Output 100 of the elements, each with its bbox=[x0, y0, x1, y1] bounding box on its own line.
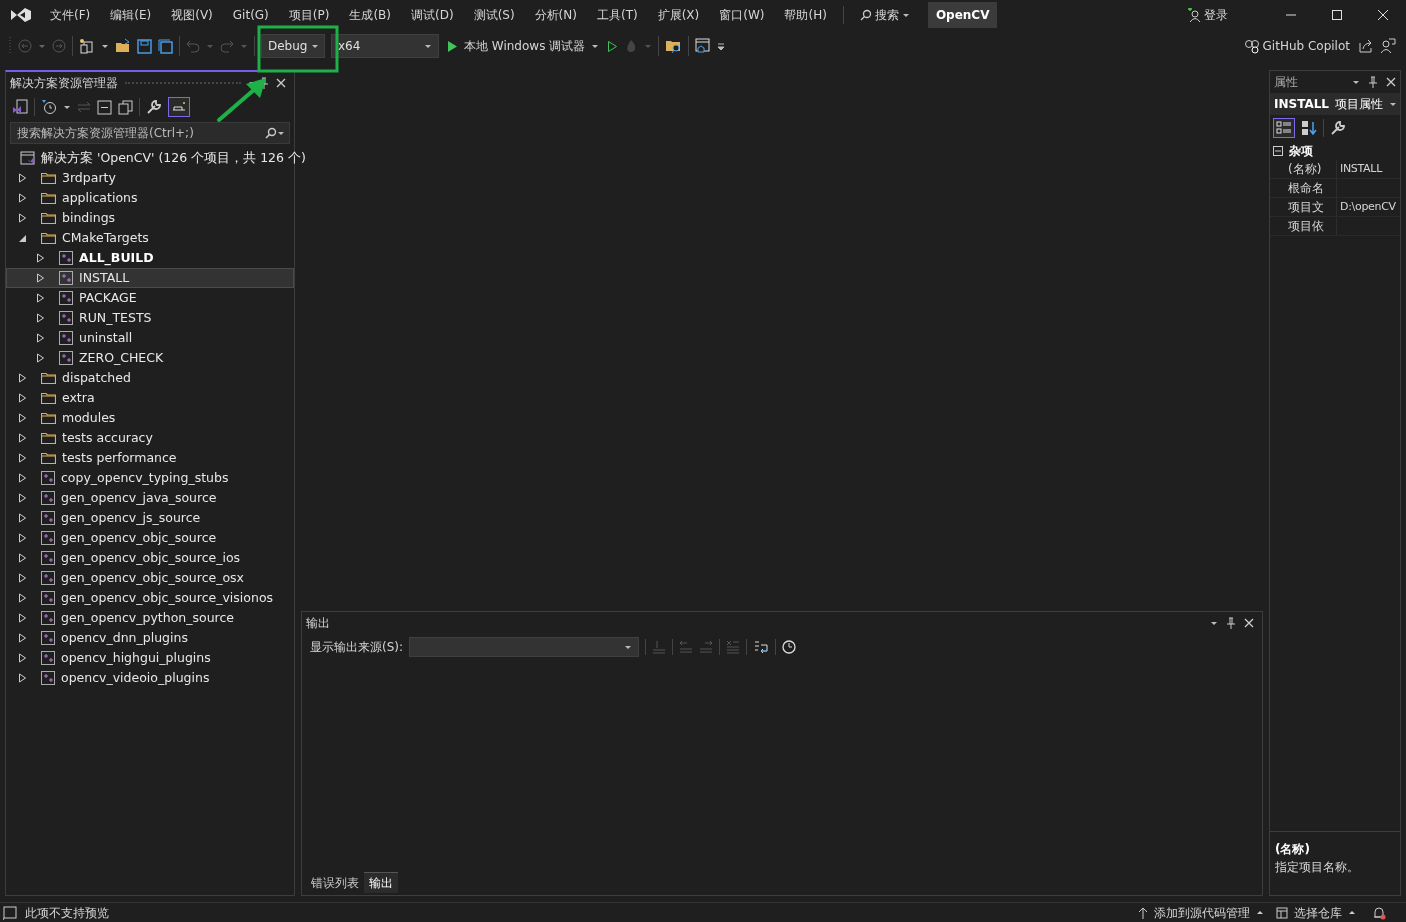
property-name: 根命名 bbox=[1270, 179, 1337, 197]
save-icon[interactable] bbox=[137, 38, 152, 54]
tree-item[interactable]: opencv_highgui_plugins bbox=[6, 648, 294, 668]
tree-item[interactable]: tests accuracy bbox=[6, 428, 294, 448]
menu-item[interactable]: Git(G) bbox=[222, 6, 279, 24]
menu-item[interactable]: 扩展(X) bbox=[647, 6, 710, 24]
tree-item[interactable]: ALL_BUILD bbox=[6, 248, 294, 268]
expanded-icon[interactable] bbox=[17, 233, 27, 243]
source-control-button[interactable]: 添加到源代码管理 bbox=[1132, 903, 1270, 922]
copy-windows-icon[interactable] bbox=[118, 99, 133, 115]
alphabetical-icon[interactable] bbox=[1301, 120, 1317, 136]
tree-item[interactable]: PACKAGE bbox=[6, 288, 294, 308]
menu-item[interactable]: 文件(F) bbox=[40, 6, 101, 24]
collapse-all-icon[interactable] bbox=[97, 99, 112, 115]
history-icon[interactable] bbox=[41, 99, 57, 115]
tree-item[interactable]: ZERO_CHECK bbox=[6, 348, 294, 368]
tree-item[interactable]: gen_opencv_objc_source_osx bbox=[6, 568, 294, 588]
overflow-icon[interactable] bbox=[717, 41, 726, 51]
caret-icon[interactable] bbox=[101, 42, 109, 50]
tree-item[interactable]: modules bbox=[6, 408, 294, 428]
tree-item[interactable]: uninstall bbox=[6, 328, 294, 348]
menu-item[interactable]: 测试(S) bbox=[463, 6, 525, 24]
save-all-icon[interactable] bbox=[158, 38, 173, 54]
tree-item[interactable]: INSTALL bbox=[6, 268, 294, 288]
caret-icon bbox=[311, 42, 320, 50]
panel-tab[interactable]: 输出 bbox=[364, 872, 398, 893]
tree-item[interactable]: copy_opencv_typing_stubs bbox=[6, 468, 294, 488]
caret-icon[interactable] bbox=[1210, 619, 1218, 627]
panel-tab[interactable]: 错误列表 bbox=[306, 872, 364, 893]
close-icon[interactable] bbox=[276, 78, 286, 88]
menu-item[interactable]: 生成(B) bbox=[339, 6, 401, 24]
clock-icon[interactable] bbox=[782, 640, 797, 654]
tree-item[interactable]: gen_opencv_objc_source bbox=[6, 528, 294, 548]
collapse-icon[interactable] bbox=[1273, 145, 1283, 156]
tree-item[interactable]: gen_opencv_java_source bbox=[6, 488, 294, 508]
menu-item[interactable]: 窗口(W) bbox=[709, 6, 775, 24]
wrench-icon[interactable] bbox=[1330, 120, 1346, 136]
menu-item[interactable]: 项目(P) bbox=[278, 6, 340, 24]
property-value: D:\openCV bbox=[1339, 198, 1396, 215]
tree-item[interactable]: applications bbox=[6, 188, 294, 208]
notification-icon[interactable] bbox=[1372, 905, 1386, 920]
vs-document-icon[interactable] bbox=[12, 99, 28, 115]
tree-item[interactable]: CMakeTargets bbox=[6, 228, 294, 248]
tree-item[interactable]: tests performance bbox=[6, 448, 294, 468]
description-text: 指定项目名称。 bbox=[1275, 859, 1360, 876]
tree-item[interactable]: opencv_videoio_plugins bbox=[6, 668, 294, 688]
menu-item[interactable]: 视图(V) bbox=[161, 6, 223, 24]
caret-icon bbox=[644, 42, 653, 50]
close-icon[interactable] bbox=[1376, 8, 1390, 22]
wrench-icon[interactable] bbox=[146, 99, 162, 115]
tree-item[interactable]: extra bbox=[6, 388, 294, 408]
search-button[interactable]: 搜索 bbox=[849, 6, 920, 24]
menu-item[interactable]: 分析(N) bbox=[524, 6, 587, 24]
menu-item[interactable]: 编辑(E) bbox=[100, 6, 162, 24]
copilot-button[interactable]: GitHub Copilot bbox=[1241, 37, 1352, 55]
tree-item[interactable]: dispatched bbox=[6, 368, 294, 388]
folder-icon bbox=[41, 452, 56, 464]
window-home-icon[interactable] bbox=[695, 38, 712, 54]
close-icon[interactable] bbox=[1386, 77, 1396, 87]
tree-item[interactable]: gen_opencv_python_source bbox=[6, 608, 294, 628]
tree-item[interactable]: RUN_TESTS bbox=[6, 308, 294, 328]
share-icon[interactable] bbox=[1358, 38, 1374, 54]
tree-item[interactable]: opencv_dnn_plugins bbox=[6, 628, 294, 648]
start-debugging-button[interactable]: 本地 Windows 调试器 bbox=[445, 37, 602, 55]
search-field[interactable]: 搜索解决方案资源管理器(Ctrl+;) bbox=[10, 122, 290, 144]
tree-item[interactable]: 3rdparty bbox=[6, 168, 294, 188]
caret-icon[interactable] bbox=[1352, 78, 1360, 86]
pin-icon[interactable] bbox=[1226, 617, 1236, 629]
pin-icon[interactable] bbox=[259, 77, 269, 89]
caret-icon[interactable] bbox=[63, 103, 71, 111]
platform-dropdown[interactable]: x64 bbox=[331, 34, 439, 58]
tree-item[interactable]: gen_opencv_js_source bbox=[6, 508, 294, 528]
menu-item[interactable]: 帮助(H) bbox=[774, 6, 837, 24]
open-folder-icon[interactable] bbox=[115, 38, 131, 54]
new-item-icon[interactable] bbox=[79, 38, 95, 54]
tree-item[interactable]: gen_opencv_objc_source_visionos bbox=[6, 588, 294, 608]
categorized-icon[interactable] bbox=[1273, 118, 1295, 138]
project-icon bbox=[59, 291, 73, 305]
menu-item[interactable]: 工具(T) bbox=[586, 6, 648, 24]
menu-item[interactable]: 调试(D) bbox=[401, 6, 464, 24]
close-icon[interactable] bbox=[1244, 618, 1254, 628]
search-icon bbox=[265, 127, 277, 139]
property-name: (名称) bbox=[1270, 160, 1337, 178]
caret-icon bbox=[424, 42, 432, 50]
object-selector[interactable]: INSTALL 项目属性 bbox=[1270, 93, 1400, 115]
folder-icon bbox=[41, 192, 56, 204]
tree-item[interactable]: gen_opencv_objc_source_ios bbox=[6, 548, 294, 568]
feedback-icon[interactable] bbox=[1380, 38, 1396, 54]
preview-toggle-icon[interactable] bbox=[168, 97, 190, 117]
word-wrap-icon[interactable] bbox=[753, 640, 770, 654]
maximize-icon[interactable] bbox=[1330, 8, 1344, 22]
repository-button[interactable]: 选择仓库 bbox=[1270, 903, 1362, 922]
caret-icon bbox=[1389, 100, 1397, 108]
play-outline-icon[interactable] bbox=[607, 39, 619, 53]
project-icon bbox=[59, 311, 73, 325]
sign-in-button[interactable]: 登录 bbox=[1177, 6, 1238, 24]
configuration-dropdown[interactable]: Debug bbox=[261, 34, 325, 58]
tree-item[interactable]: bindings bbox=[6, 208, 294, 228]
pin-icon[interactable] bbox=[1368, 76, 1378, 88]
folder-search-icon[interactable] bbox=[665, 38, 683, 54]
